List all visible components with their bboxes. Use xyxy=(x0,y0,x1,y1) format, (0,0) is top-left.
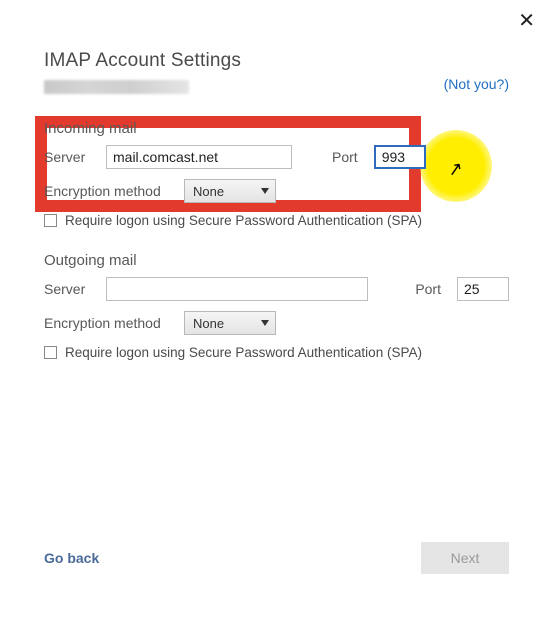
outgoing-spa-checkbox[interactable] xyxy=(44,346,57,359)
go-back-link[interactable]: Go back xyxy=(44,550,99,566)
outgoing-spa-label: Require logon using Secure Password Auth… xyxy=(65,345,422,360)
outgoing-port-input[interactable] xyxy=(457,277,509,301)
outgoing-server-input[interactable] xyxy=(106,277,368,301)
incoming-encryption-value: None xyxy=(193,184,224,199)
outgoing-server-label: Server xyxy=(44,281,94,297)
next-button[interactable]: Next xyxy=(421,542,509,574)
page-title: IMAP Account Settings xyxy=(44,50,509,72)
incoming-encryption-label: Encryption method xyxy=(44,183,172,199)
incoming-spa-label: Require logon using Secure Password Auth… xyxy=(65,213,422,228)
incoming-heading: Incoming mail xyxy=(44,120,509,137)
outgoing-heading: Outgoing mail xyxy=(44,252,509,269)
not-you-link[interactable]: (Not you?) xyxy=(444,76,509,92)
incoming-port-label: Port xyxy=(332,149,358,165)
incoming-spa-checkbox[interactable] xyxy=(44,214,57,227)
email-address-redacted xyxy=(44,80,189,94)
outgoing-encryption-dropdown[interactable]: None xyxy=(184,311,276,335)
incoming-server-input[interactable] xyxy=(106,145,292,169)
incoming-encryption-dropdown[interactable]: None xyxy=(184,179,276,203)
incoming-server-label: Server xyxy=(44,149,94,165)
chevron-down-icon xyxy=(261,320,269,326)
close-icon[interactable]: ✕ xyxy=(518,8,535,33)
outgoing-port-label: Port xyxy=(415,281,441,297)
outgoing-encryption-label: Encryption method xyxy=(44,315,172,331)
chevron-down-icon xyxy=(261,188,269,194)
outgoing-encryption-value: None xyxy=(193,316,224,331)
incoming-port-input[interactable] xyxy=(374,145,426,169)
